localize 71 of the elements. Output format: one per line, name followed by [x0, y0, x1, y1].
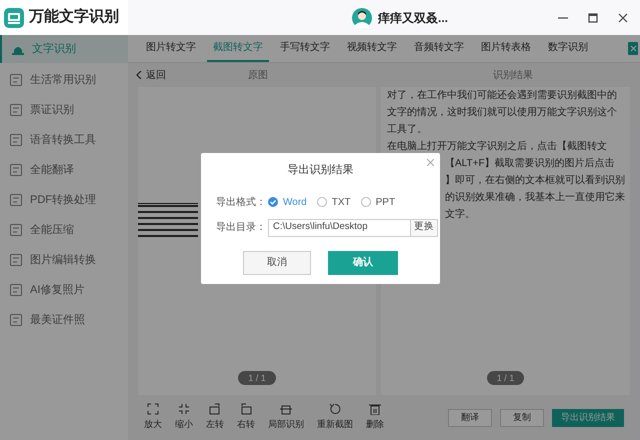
- panel-title: 原图: [248, 68, 269, 82]
- trash-icon: [369, 403, 381, 416]
- tab[interactable]: 视频转文字: [341, 35, 403, 62]
- app-title: 万能文字识别: [29, 7, 119, 28]
- tab[interactable]: 图片转文字: [140, 35, 202, 62]
- change-button[interactable]: 更换: [410, 220, 437, 236]
- user-name[interactable]: 痒痒又双叒...: [378, 8, 448, 26]
- toolbar-button[interactable]: 重新截图: [317, 403, 353, 432]
- result-text-line: 】即可，在右侧的文本框就可以看到识别: [445, 174, 625, 188]
- result-text-line: 对了，在工作中我们可能还会遇到需要识别截图中的: [387, 88, 617, 103]
- sidebar-item[interactable]: 语音转换工具: [0, 125, 128, 155]
- sidebar-icon: [10, 254, 22, 266]
- directory-field[interactable]: C:\Users\linfu\Desktop 更换: [268, 218, 438, 236]
- sidebar-item[interactable]: 全能翻译: [0, 155, 128, 185]
- shrink-icon: [178, 403, 190, 416]
- chevron-left-icon: [136, 71, 142, 79]
- refresh-icon: [329, 403, 341, 416]
- toolbar-button[interactable]: 局部识别: [268, 403, 304, 432]
- panel-title: 识别结果: [493, 68, 533, 82]
- cancel-button[interactable]: 取消: [243, 250, 311, 274]
- back-link[interactable]: 返回: [128, 68, 248, 82]
- crop-icon: [280, 403, 292, 416]
- sidebar-icon: [10, 134, 22, 146]
- tab[interactable]: 图片转表格: [475, 35, 537, 62]
- toolbar-button[interactable]: 右转: [237, 403, 255, 432]
- field-label: 导出格式：: [216, 196, 266, 210]
- sidebar-item[interactable]: PDF转换处理: [0, 185, 128, 215]
- result-text-line: 在电脑上打开万能文字识别之后，点击【截图转文: [387, 140, 607, 154]
- tab[interactable]: 手写转文字: [274, 35, 336, 62]
- rotate-right-icon: [240, 403, 252, 416]
- result-text-line: 【ALT+F】截取需要识别的图片后点击: [445, 156, 615, 171]
- sidebar-icon: [10, 104, 22, 116]
- confirm-button[interactable]: 确认: [328, 250, 398, 274]
- sidebar-item[interactable]: 票证识别: [0, 95, 128, 125]
- sidebar-item[interactable]: AI修复照片: [0, 275, 128, 305]
- result-text-line: 工具了。: [387, 123, 427, 137]
- sidebar-item[interactable]: 最美证件照: [0, 305, 128, 335]
- toolbar-button[interactable]: 放大: [144, 403, 162, 432]
- toolbar-button[interactable]: 删除: [366, 403, 384, 432]
- close-icon[interactable]: [618, 12, 628, 22]
- result-text-line: 的识别效果准确，我基本上一直使用它来: [445, 190, 625, 205]
- text-screenshot-drawing: [138, 203, 198, 239]
- dialog-title: 导出识别结果: [288, 163, 354, 178]
- radio-option[interactable]: PPT: [360, 194, 396, 210]
- avatar-icon: [352, 8, 372, 28]
- sidebar-icon: [10, 284, 22, 296]
- sidebar-item[interactable]: 生活常用识别: [0, 65, 128, 95]
- field-label: 导出目录：: [216, 220, 266, 235]
- sidebar-icon: [10, 74, 22, 86]
- toolbar-button[interactable]: 缩小: [175, 403, 193, 432]
- tab[interactable]: 数字识别: [542, 35, 594, 62]
- tab[interactable]: 音频转文字: [408, 35, 470, 62]
- page-indicator: 1 / 1: [486, 371, 524, 385]
- sidebar-icon: [10, 164, 22, 176]
- radio-option[interactable]: TXT: [316, 194, 351, 210]
- sidebar-item[interactable]: 全能压缩: [0, 215, 128, 245]
- sidebar-icon: [10, 194, 22, 206]
- expand-icon: [147, 403, 159, 416]
- radio-option[interactable]: Word: [268, 194, 307, 210]
- rotate-left-icon: [209, 403, 221, 416]
- action-button[interactable]: 复制: [500, 408, 544, 426]
- action-button[interactable]: 翻译: [448, 408, 492, 426]
- result-text-line: 文字。: [445, 208, 475, 222]
- app-logo-icon: [4, 8, 24, 28]
- sidebar-item[interactable]: 图片编辑转换: [0, 245, 128, 275]
- sidebar-icon: [10, 314, 22, 326]
- toolbar-button[interactable]: 左转: [206, 403, 224, 432]
- result-text-line: 文字的情况，这时我们就可以使用万能文字识别这个: [387, 106, 617, 120]
- sidebar-icon: [10, 224, 22, 236]
- page-indicator: 1 / 1: [238, 371, 276, 385]
- maximize-icon[interactable]: [588, 12, 598, 22]
